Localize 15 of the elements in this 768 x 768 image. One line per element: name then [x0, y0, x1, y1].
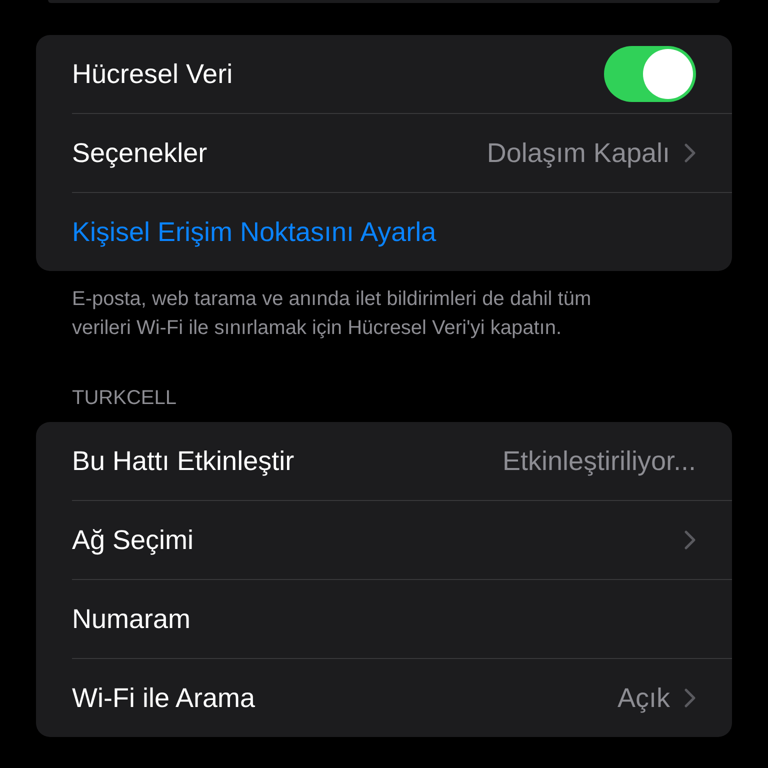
setting-link[interactable]: Kişisel Erişim Noktasını Ayarla — [72, 216, 436, 248]
chevron-icon — [684, 530, 696, 550]
setting-label[interactable]: Seçenekler — [72, 138, 208, 168]
setting-label: Hücresel Veri — [72, 58, 233, 90]
chevron-icon — [684, 143, 696, 163]
setting-label[interactable]: Wi-Fi ile Arama — [72, 682, 256, 714]
setting-value: Etkinleştiriliyor... — [502, 446, 696, 476]
setting-label[interactable]: Ağ Seçimi — [72, 524, 194, 556]
setting-value: Dolaşım Kapalı — [486, 138, 670, 168]
chevron-icon — [684, 688, 696, 708]
setting-label[interactable]: Numaram — [72, 604, 191, 634]
setting-label[interactable]: Bu Hattı Etkinleştir — [72, 446, 294, 476]
footer-text: E-posta, web tarama ve anında ilet bildirimleri de dahil tüm verileri Wi-Fi ile sınırlamak için Hücresel Veri'yi kapatın. — [72, 287, 592, 341]
section-header: TURKCELL — [72, 387, 178, 410]
setting-value: Açık — [617, 682, 670, 714]
